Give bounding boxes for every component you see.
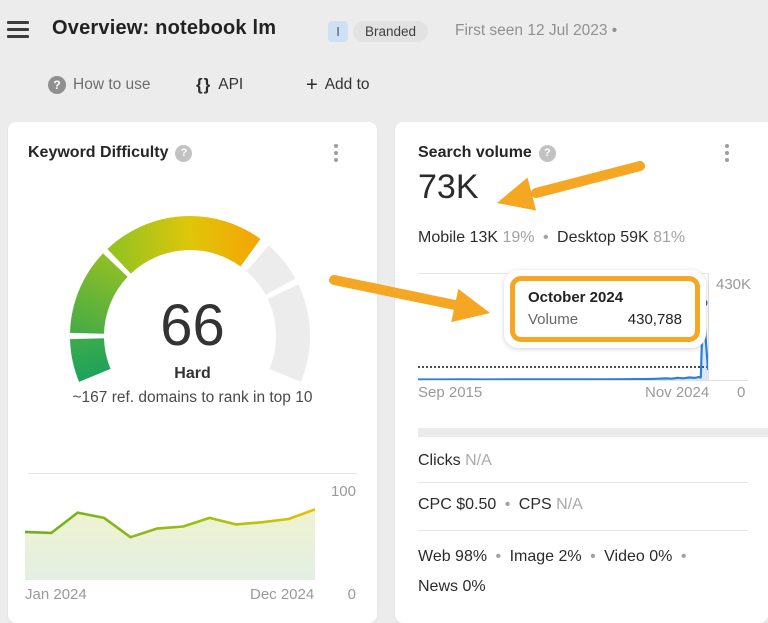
add-to-label: Add to bbox=[325, 76, 370, 94]
branded-badge: Branded bbox=[353, 21, 428, 42]
bullet-separator: • bbox=[492, 548, 506, 565]
plus-icon: + bbox=[306, 76, 318, 94]
bullet-separator: • bbox=[586, 548, 600, 565]
volume-chart-right-gridline bbox=[708, 273, 709, 380]
tooltip-volume-value: 430,788 bbox=[628, 311, 682, 328]
video-percent: Video 0% bbox=[604, 548, 672, 565]
kd-value: 66 bbox=[8, 292, 377, 359]
mobile-volume: Mobile 13K bbox=[418, 229, 498, 246]
desktop-percent: 81% bbox=[653, 229, 685, 246]
cpc-value: CPC $0.50 bbox=[418, 496, 496, 513]
keyword-difficulty-card: Keyword Difficulty ? 66 Hard ~167 ref. d… bbox=[8, 122, 377, 623]
volume-xmin-label: Sep 2015 bbox=[418, 384, 482, 401]
kd-card-title: Keyword Difficulty bbox=[28, 144, 168, 162]
image-percent: Image 2% bbox=[510, 548, 582, 565]
clicks-label: Clicks bbox=[418, 452, 461, 469]
volume-ymax-label: 430K bbox=[716, 276, 751, 293]
intent-badge: I bbox=[328, 21, 348, 42]
desktop-volume: Desktop 59K bbox=[557, 229, 649, 246]
api-label: API bbox=[218, 76, 243, 94]
bullet-separator: • bbox=[501, 496, 515, 513]
hamburger-menu-icon[interactable] bbox=[7, 21, 29, 39]
web-percent: Web 98% bbox=[418, 548, 487, 565]
cps-value: N/A bbox=[556, 496, 583, 513]
search-volume-value: 73K bbox=[418, 168, 479, 207]
how-to-use-label: How to use bbox=[73, 76, 151, 94]
section-divider-band bbox=[418, 428, 768, 437]
clicks-row: Clicks N/A bbox=[418, 452, 492, 470]
kebab-menu-icon[interactable] bbox=[327, 142, 345, 164]
kd-trend-xmin-label: Jan 2024 bbox=[25, 586, 87, 603]
device-breakdown: Mobile 13K 19% • Desktop 59K 81% bbox=[418, 229, 685, 247]
volume-card-title: Search volume bbox=[418, 144, 532, 162]
kd-trend-chart[interactable] bbox=[25, 473, 315, 580]
first-seen-text: First seen 12 Jul 2023 • bbox=[455, 22, 617, 40]
help-icon: ? bbox=[48, 76, 66, 94]
kebab-menu-icon[interactable] bbox=[718, 142, 736, 164]
add-to-link[interactable]: + Add to bbox=[306, 74, 370, 96]
search-volume-card: Search volume ? 73K Mobile 13K 19% • Des… bbox=[395, 122, 768, 623]
cpc-cps-row: CPC $0.50 • CPS N/A bbox=[418, 496, 583, 514]
help-icon[interactable]: ? bbox=[175, 145, 192, 162]
kd-trend-ymin-label: 0 bbox=[348, 586, 356, 603]
bullet-separator: • bbox=[539, 229, 553, 246]
help-icon[interactable]: ? bbox=[539, 145, 556, 162]
page-title: Overview: notebook lm bbox=[52, 17, 276, 40]
kd-ref-domains-note: ~167 ref. domains to rank in top 10 bbox=[8, 389, 377, 407]
tooltip-volume-label: Volume bbox=[528, 311, 578, 328]
how-to-use-link[interactable]: ? How to use bbox=[48, 74, 151, 96]
serp-breakdown-row: Web 98% • Image 2% • Video 0% • bbox=[418, 548, 690, 566]
bullet-separator: • bbox=[677, 548, 691, 565]
volume-ymin-label: 0 bbox=[737, 384, 745, 401]
serp-breakdown-row-2: News 0% bbox=[418, 578, 486, 596]
volume-xmax-label: Nov 2024 bbox=[645, 384, 709, 401]
api-link[interactable]: {} API bbox=[196, 74, 243, 96]
news-percent: News 0% bbox=[418, 578, 486, 595]
divider bbox=[418, 482, 748, 483]
kd-difficulty-label: Hard bbox=[8, 365, 377, 383]
chart-tooltip: October 2024 Volume 430,788 bbox=[504, 270, 706, 348]
code-braces-icon: {} bbox=[196, 75, 211, 95]
divider bbox=[418, 530, 748, 531]
cps-label: CPS bbox=[519, 496, 552, 513]
clicks-value: N/A bbox=[465, 452, 492, 469]
mobile-percent: 19% bbox=[503, 229, 535, 246]
tooltip-month: October 2024 bbox=[528, 289, 682, 306]
volume-chart-baseline bbox=[418, 380, 748, 381]
kd-trend-xmax-label: Dec 2024 bbox=[250, 586, 314, 603]
tooltip-highlight-annotation: October 2024 Volume 430,788 bbox=[510, 276, 700, 342]
kd-trend-ymax-label: 100 bbox=[331, 483, 356, 500]
